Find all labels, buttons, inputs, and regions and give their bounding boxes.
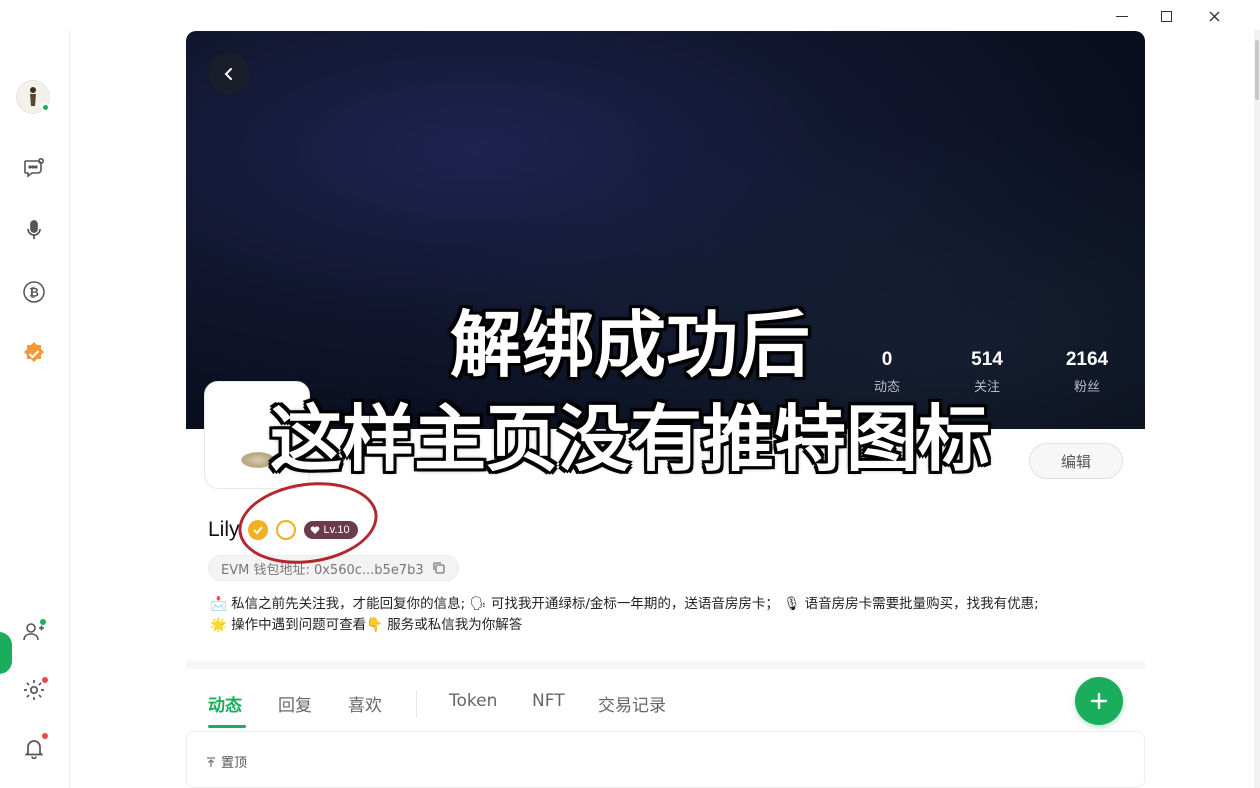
svg-text:₿: ₿ [29,286,39,300]
verified-badge-icon[interactable] [247,520,268,540]
stat-label: 关注 [973,380,1000,395]
edit-profile-button[interactable]: 编辑 [1029,443,1123,479]
pinned-post[interactable]: 置顶 [186,731,1145,788]
level-label: Lv.10 [323,524,350,536]
chevron-left-icon [224,68,232,80]
online-status-dot [41,103,50,112]
tab-likes[interactable]: 喜欢 [348,691,382,716]
stat-followers[interactable]: 2164 粉丝 [1037,349,1137,395]
profile-name-row: Lily Lv.10 [208,518,358,542]
bio-line: 📩 私信之前先关注我，才能回复你的信息; 🗣 可找我开通绿标/金标一年期的，送语… [210,596,1039,612]
notification-dot [40,619,46,625]
left-nav-rail: ₿ [0,30,70,788]
stat-value: 0 [881,349,893,370]
profile-bio: 📩 私信之前先关注我，才能回复你的信息; 🗣 可找我开通绿标/金标一年期的，送语… [210,594,1130,636]
crypto-nav[interactable]: ₿ [20,278,48,306]
stat-label: 动态 [873,380,900,395]
verified-nav[interactable] [20,340,48,368]
add-friend-nav[interactable] [20,618,48,646]
notification-dot [42,733,48,739]
profile-avatar[interactable] [204,381,310,489]
scrollbar[interactable] [1254,30,1260,788]
avatar-figure-icon [30,87,36,106]
token-badge-icon[interactable] [275,520,296,540]
tab-divider [416,691,417,717]
pinned-label: 置顶 [205,752,247,771]
tab-nft[interactable]: NFT [532,691,565,711]
profile-name: Lily [208,518,240,541]
heart-level-icon [310,525,319,534]
close-icon [1209,11,1219,21]
minimize-button[interactable] [1110,4,1134,28]
tab-transactions[interactable]: 交易记录 [598,691,666,716]
wallet-address: EVM 钱包地址: 0x560c...b5e7b3 [221,562,424,578]
active-tab-indicator [208,725,246,728]
window-titlebar [0,0,1260,30]
chat-bubble-icon [24,157,44,178]
close-button[interactable] [1202,4,1226,28]
bio-line: 🌟 操作中遇到问题可查看👇 服务或私信我为你解答 [210,617,523,633]
tab-token[interactable]: Token [449,691,497,711]
scrollbar-thumb[interactable] [1255,40,1259,100]
tab-replies[interactable]: 回复 [278,691,312,716]
voice-room-nav[interactable] [20,216,48,244]
verified-badge-icon [24,342,44,362]
profile-page: 0 动态 514 关注 2164 粉丝 编辑 Lily Lv.10 EVM 钱包… [186,31,1145,788]
tab-posts[interactable]: 动态 [208,691,242,716]
new-post-button[interactable] [1075,677,1123,725]
stat-value: 514 [971,349,1003,370]
profile-tabs: 动态 回复 喜欢 Token NFT 交易记录 [186,661,1145,729]
pinned-text: 置顶 [221,756,248,771]
wallet-address-chip[interactable]: EVM 钱包地址: 0x560c...b5e7b3 [208,555,459,581]
profile-stats: 0 动态 514 关注 2164 粉丝 [837,349,1145,395]
plus-icon [1090,692,1108,710]
maximize-button[interactable] [1154,4,1178,28]
microphone-icon [27,220,41,239]
bell-icon [24,740,44,759]
level-badge[interactable]: Lv.10 [303,521,358,539]
profile-banner: 0 动态 514 关注 2164 粉丝 [186,31,1145,429]
minimize-icon [1116,15,1128,17]
stat-label: 粉丝 [1073,380,1100,395]
avatar-image [241,452,275,468]
back-button[interactable] [208,53,250,95]
stat-following[interactable]: 514 关注 [937,349,1037,395]
maximize-icon [1160,10,1172,22]
bitcoin-icon: ₿ [23,281,45,303]
notifications-nav[interactable] [20,733,48,762]
pin-icon [207,756,215,767]
stat-value: 2164 [1065,349,1109,370]
settings-nav[interactable] [20,676,48,704]
messages-nav[interactable] [20,154,48,182]
notification-dot [42,677,48,683]
stat-posts[interactable]: 0 动态 [837,349,937,395]
copy-icon[interactable] [432,561,446,575]
user-avatar[interactable] [16,80,50,114]
side-drawer-handle[interactable] [0,632,12,674]
